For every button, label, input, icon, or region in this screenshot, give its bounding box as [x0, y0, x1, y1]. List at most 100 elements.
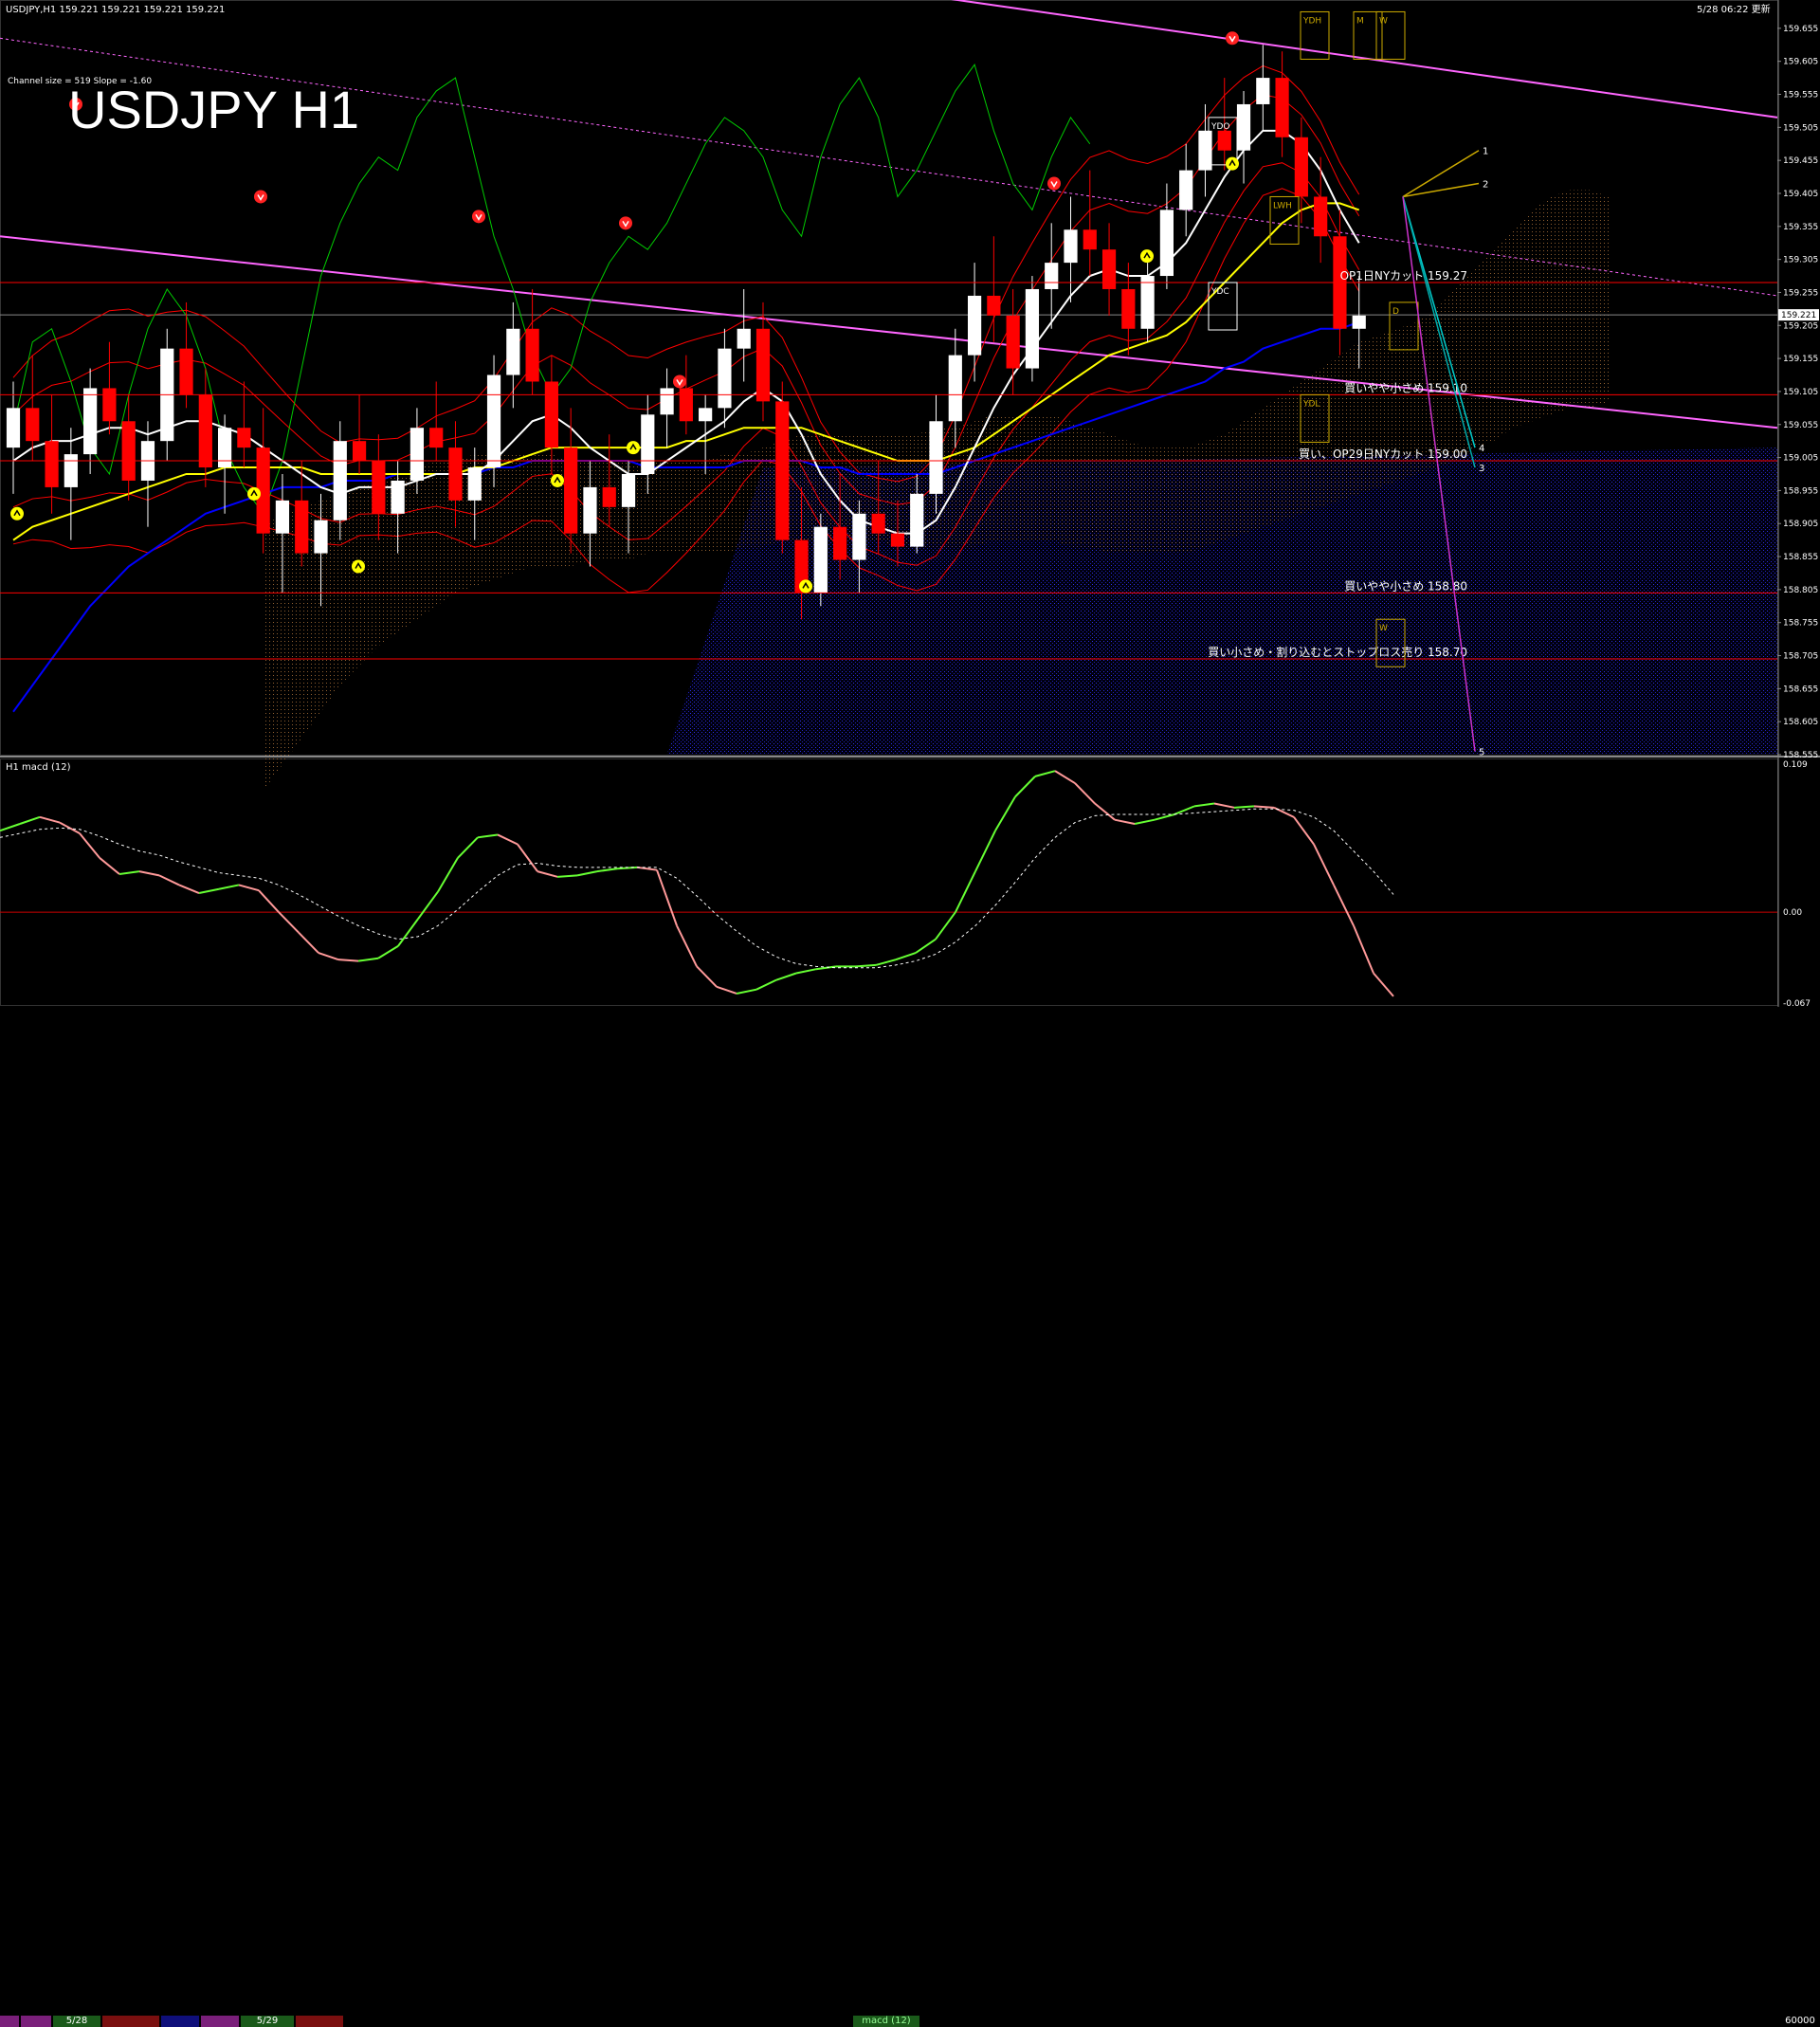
sell-signal-marker [673, 374, 686, 389]
candle-body [26, 408, 40, 442]
chart-window[interactable]: OP1日NYカット 159.27 買いやや小さめ 159.10 買い、OP29日NY… [0, 0, 1820, 1024]
macd-line-segment [1233, 805, 1255, 809]
status-bar: 5/28 5/29 macd (12) 60000 [0, 1007, 1820, 2027]
price-tick-label: 159.455 [1783, 156, 1818, 166]
level-label: 買いやや小さめ 159.10 [1344, 381, 1467, 394]
candle-body [852, 513, 866, 560]
price-tick-label: 158.555 [1783, 751, 1818, 760]
candle-body [1294, 137, 1308, 197]
candle-body [333, 441, 347, 520]
buy-signal-marker [247, 486, 261, 501]
price-tick-label: 159.405 [1783, 190, 1818, 199]
candle-body [544, 381, 558, 448]
price-tick-label: 159.605 [1783, 58, 1818, 67]
price-tick-label: 158.655 [1783, 685, 1818, 694]
window-datetime: 5/28 06:22 更新 [1697, 3, 1771, 15]
sell-signal-marker [1226, 31, 1239, 46]
price-tick-label: 159.005 [1783, 454, 1818, 464]
candle-body [45, 441, 59, 487]
price-tick-label: 159.255 [1783, 288, 1818, 298]
candle-body [833, 526, 847, 560]
candle-body [1217, 130, 1231, 151]
symbol-title: USDJPY H1 [68, 80, 359, 139]
candle-body [583, 486, 597, 534]
candle-body [699, 408, 713, 422]
price-tick-label: 158.905 [1783, 520, 1818, 529]
candle-body [64, 454, 78, 487]
candle-body [1006, 315, 1020, 369]
price-tick-label: 159.155 [1783, 355, 1818, 364]
buy-signal-marker [551, 473, 564, 487]
candle-body [775, 401, 790, 540]
candle-body [352, 441, 367, 462]
status-right-value: 60000 [1785, 2016, 1815, 2026]
candle-body [948, 355, 962, 422]
price-tick-label: 159.305 [1783, 256, 1818, 265]
status-seg[interactable] [102, 2016, 159, 2027]
projection-label: 5 [1479, 748, 1484, 758]
candle-body [737, 328, 751, 349]
candle-body [1314, 196, 1328, 237]
price-tick-label: 158.755 [1783, 619, 1818, 629]
buy-signal-marker [10, 506, 24, 520]
candle-body [1256, 78, 1270, 104]
buy-signal-marker [799, 579, 812, 593]
candle-body [871, 513, 885, 534]
macd-tick-label: 0.109 [1783, 760, 1808, 770]
price-tick-label: 159.555 [1783, 91, 1818, 100]
candle-body [198, 394, 212, 468]
indicator-tab[interactable]: macd (12) [853, 2016, 919, 2027]
status-seg[interactable] [161, 2016, 199, 2027]
macd-title: H1 macd (12) [6, 762, 71, 773]
projection-label: 4 [1479, 444, 1484, 454]
level-box-label: LWH [1273, 201, 1292, 210]
candle-body [1352, 315, 1366, 329]
candle-body [6, 408, 21, 448]
candle-body [429, 428, 444, 448]
level-box-label: YDH [1302, 16, 1321, 26]
status-date-5-28[interactable]: 5/28 [53, 2016, 100, 2027]
candle-body [295, 500, 309, 554]
candle-body [218, 428, 232, 468]
candle-body [755, 328, 771, 402]
sell-signal-marker [254, 190, 267, 204]
candle-body [929, 421, 943, 494]
candle-body [1045, 263, 1059, 289]
projection-label: 3 [1479, 464, 1484, 474]
candle-body [621, 473, 636, 507]
status-seg[interactable] [201, 2016, 239, 2027]
buy-signal-marker [352, 559, 365, 574]
price-tick-label: 159.205 [1783, 321, 1818, 331]
candle-body [1121, 288, 1136, 329]
status-seg[interactable] [296, 2016, 343, 2027]
price-tick-label: 159.655 [1783, 25, 1818, 34]
candle-body [1083, 229, 1097, 250]
buy-signal-marker [627, 441, 640, 455]
buy-signal-marker [1226, 156, 1239, 171]
candle-body [987, 295, 1001, 316]
candle-body [448, 447, 463, 501]
status-seg[interactable] [21, 2016, 51, 2027]
status-date-5-29[interactable]: 5/29 [241, 2016, 294, 2027]
price-tick-label: 159.055 [1783, 421, 1818, 430]
candle-body [1198, 130, 1212, 171]
price-tick-label: 158.805 [1783, 586, 1818, 595]
buy-signal-marker [1140, 249, 1154, 264]
candle-body [83, 388, 98, 455]
window-title: USDJPY,H1 159.221 159.221 159.221 159.22… [6, 5, 225, 15]
candle-body [391, 480, 405, 514]
candle-body [525, 328, 539, 382]
projection-label: 1 [1483, 147, 1488, 157]
candle-body [102, 388, 117, 422]
candle-body [890, 533, 905, 547]
channel-info: Channel size = 519 Slope = -1.60 [8, 77, 152, 86]
candle-body [910, 493, 924, 547]
sell-signal-marker [472, 210, 485, 224]
price-tick-label: 158.855 [1783, 553, 1818, 562]
price-tick-label: 158.605 [1783, 718, 1818, 727]
candle-body [1140, 276, 1155, 329]
status-seg[interactable] [0, 2016, 19, 2027]
candle-body [179, 348, 193, 395]
candle-body [372, 461, 386, 514]
level-box-label: YDO [1210, 122, 1230, 132]
